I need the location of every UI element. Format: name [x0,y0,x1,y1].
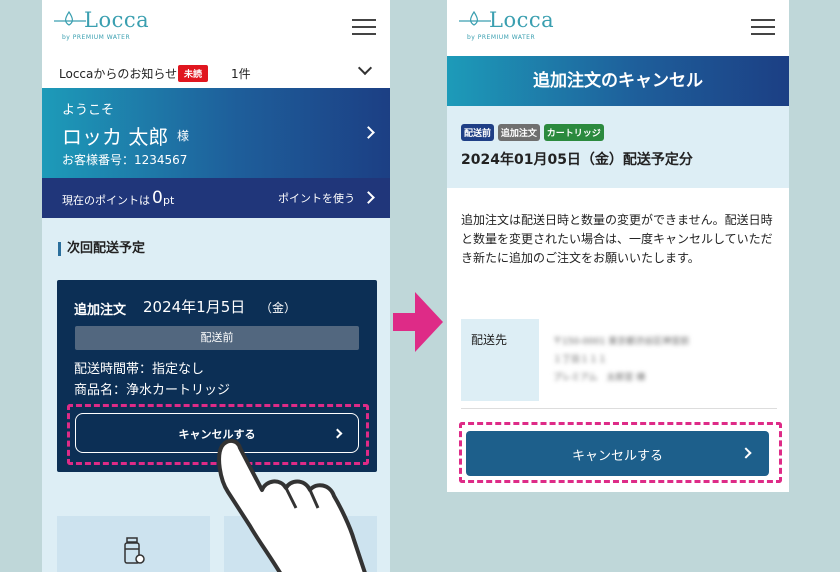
tag-status: 配送前 [461,124,495,141]
welcome-card[interactable]: ようこそ ロッカ 太郎 様 お客様番号：1234567 [42,88,390,178]
app-header: Locca by PREMIUM WATER [447,0,789,56]
logo-subtext: by PREMIUM WATER [62,34,131,41]
points-value: 0 [152,188,163,208]
address-label: 配送先 [461,319,539,401]
notice-count: 1件 [231,67,251,81]
greeting: ようこそ [62,103,115,118]
order-weekday: （金） [260,301,297,315]
status-badge: 配送前 [75,326,359,350]
unread-badge: 未読 [178,65,209,82]
chevron-down-icon[interactable] [357,60,373,76]
points-label: 現在のポイントは [62,194,150,207]
locca-logo[interactable]: Locca by PREMIUM WATER [459,8,559,44]
customer-name: ロッカ 太郎 [62,125,169,149]
cancel-description: 追加注文は配送日時と数量の変更ができません。配送日時と数量を変更されたい場合は、… [461,213,773,265]
order-summary: 配送前 追加注文 カートリッジ 2024年01月05日（金）配送予定分 [447,106,789,188]
pointing-hand-icon [217,439,367,572]
water-drop-icon [459,10,491,26]
hamburger-menu-icon[interactable] [352,19,376,37]
notice-bar[interactable]: Loccaからのお知らせ 未読 1件 [42,56,390,88]
notice-text: Loccaからのお知らせ [59,67,178,81]
delivery-time: 配送時間帯：指定なし [74,362,205,377]
address-value: 〒150-0001 東京都渋谷区神宮前 １丁目１１１ プレミアム 太郎宮 棟 [553,333,753,387]
tag-product: カートリッジ [543,124,604,141]
chevron-right-icon [362,126,375,139]
arrow-right-icon [393,292,443,352]
address-line: １丁目１１１ [553,355,608,365]
order-kind: 追加注文 [74,303,127,318]
address-block: 配送先 〒150-0001 東京都渋谷区神宮前 １丁目１１１ プレミアム 太郎宮… [461,319,777,401]
delivery-date: 2024年01月05日（金）配送予定分 [461,152,693,168]
divider [461,408,777,409]
product-name: 商品名：浄水カートリッジ [74,383,231,398]
order-date: 2024年1月5日 [143,298,246,316]
logo-subtext: by PREMIUM WATER [467,34,536,41]
address-line: プレミアム 太郎宮 棟 [553,373,646,383]
tag-list: 配送前 追加注文 カートリッジ [461,124,605,141]
locca-logo[interactable]: Locca by PREMIUM WATER [54,8,154,44]
phone-screen-right: Locca by PREMIUM WATER 追加注文のキャンセル 配送前 追加… [447,0,789,492]
page-title: 追加注文のキャンセル [447,56,789,106]
name-suffix: 様 [177,129,190,143]
highlight-frame [459,422,782,483]
tag-order-type: 追加注文 [497,124,540,141]
app-header: Locca by PREMIUM WATER [42,0,390,56]
hamburger-menu-icon[interactable] [751,19,775,37]
logo-text: Locca [84,8,150,32]
cartridge-icon [124,537,145,564]
points-bar: 現在のポイントは 0 pt ポイントを使う [42,178,390,218]
logo-text: Locca [489,8,555,32]
customer-number: お客様番号：1234567 [62,153,188,167]
address-line: 〒150-0001 東京都渋谷区神宮前 [553,337,690,347]
water-drop-icon [54,10,86,26]
points-unit: pt [163,194,175,207]
section-title: 次回配送予定 [58,242,145,256]
use-points-link[interactable]: ポイントを使う [278,190,355,206]
chevron-right-icon [362,191,375,204]
